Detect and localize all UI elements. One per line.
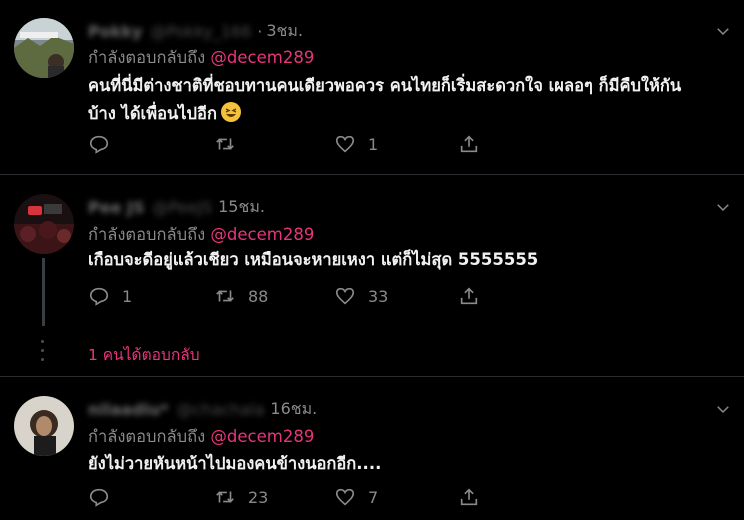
thread-dot <box>41 340 44 343</box>
share-icon <box>460 287 478 305</box>
heart-icon <box>335 135 355 153</box>
tweet-header: Pokky @Pokky_166 · 3ชม. <box>88 18 303 44</box>
replying-to: กำลังตอบกลับถึง @decem289 <box>88 222 314 248</box>
chevron-down-icon[interactable] <box>714 198 732 216</box>
author-handle[interactable]: @chachala <box>177 400 265 419</box>
like-button[interactable]: 1 <box>334 133 458 155</box>
reply-button[interactable]: 1 <box>88 285 214 307</box>
chevron-down-icon[interactable] <box>714 22 732 40</box>
like-count: 7 <box>368 487 379 507</box>
tweet-actions: 23 7 <box>88 486 480 508</box>
reply-prefix: กำลังตอบกลับถึง <box>88 225 206 244</box>
tweet-actions: 1 <box>88 133 480 155</box>
replying-to: กำลังตอบกลับถึง @decem289 <box>88 45 314 71</box>
show-replies-link[interactable]: 1 คนได้ตอบกลับ <box>88 342 200 367</box>
tweet-text-line: บ้าง ได้เพื่อนไปอีก <box>88 100 728 128</box>
heart-icon <box>335 287 355 305</box>
reply-count: 1 <box>122 286 133 306</box>
mention-link[interactable]: @decem289 <box>210 427 314 446</box>
tweet-text-line: คนที่นี่มีต่างชาติที่ชอบทานคนเดียวพอควร … <box>88 76 682 95</box>
retweet-button[interactable]: 23 <box>214 486 334 508</box>
tweet-text-line: ยังไม่วายหันหน้าไปมองคนข้างนอกอีก.... <box>88 454 382 473</box>
retweet-count: 88 <box>248 286 269 306</box>
heart-icon <box>335 488 355 506</box>
avatar[interactable] <box>14 194 74 254</box>
reply-prefix: กำลังตอบกลับถึง <box>88 48 206 67</box>
thread-line <box>42 258 45 326</box>
retweet-icon <box>216 290 234 302</box>
chevron-down-icon[interactable] <box>714 400 732 418</box>
reply-icon <box>89 135 109 154</box>
share-icon <box>460 135 478 153</box>
separator-dot: · <box>257 21 263 41</box>
reply-prefix: กำลังตอบกลับถึง <box>88 427 206 446</box>
reply-icon <box>89 488 109 507</box>
tweet-text: ยังไม่วายหันหน้าไปมองคนข้างนอกอีก.... <box>88 450 728 478</box>
share-button[interactable] <box>458 285 480 307</box>
timestamp[interactable]: 16ชม. <box>270 397 317 422</box>
reply-icon <box>89 287 109 306</box>
replying-to: กำลังตอบกลับถึง @decem289 <box>88 424 314 450</box>
author-name[interactable]: Pee JS <box>88 198 144 217</box>
grinning-squinting-face-icon <box>220 102 241 122</box>
thread-dot <box>41 358 44 361</box>
author-name[interactable]: nilaadiu* <box>88 400 169 419</box>
retweet-count: 23 <box>248 487 269 507</box>
tweet-text: คนที่นี่มีต่างชาติที่ชอบทานคนเดียวพอควร … <box>88 72 728 128</box>
retweet-icon <box>216 138 234 150</box>
retweet-icon <box>216 491 234 503</box>
like-button[interactable]: 7 <box>334 486 458 508</box>
reply-button[interactable] <box>88 133 214 155</box>
avatar[interactable] <box>14 18 74 78</box>
like-count: 33 <box>368 286 389 306</box>
retweet-button[interactable] <box>214 133 334 155</box>
divider <box>0 376 744 377</box>
tweet-header: nilaadiu* @chachala 16ชม. <box>88 396 317 422</box>
share-icon <box>460 488 478 506</box>
thread-dot <box>41 349 44 352</box>
timestamp[interactable]: 15ชม. <box>218 195 265 220</box>
mention-link[interactable]: @decem289 <box>210 48 314 67</box>
avatar[interactable] <box>14 396 74 456</box>
author-handle[interactable]: @Pokky_166 <box>150 22 251 41</box>
tweet-text-part: บ้าง ได้เพื่อนไปอีก <box>88 104 217 123</box>
share-button[interactable] <box>458 133 480 155</box>
retweet-button[interactable]: 88 <box>214 285 334 307</box>
author-handle[interactable]: @PeeJS <box>152 198 212 217</box>
share-button[interactable] <box>458 486 480 508</box>
reply-button[interactable] <box>88 486 214 508</box>
divider <box>0 174 744 175</box>
like-count: 1 <box>368 134 379 154</box>
author-name[interactable]: Pokky <box>88 22 142 41</box>
tweet-text: เกือบจะดีอยู่แล้วเชียว เหมือนจะหายเหงา แ… <box>88 246 728 274</box>
timestamp[interactable]: 3ชม. <box>266 19 303 44</box>
mention-link[interactable]: @decem289 <box>210 225 314 244</box>
tweet-text-line: เกือบจะดีอยู่แล้วเชียว เหมือนจะหายเหงา แ… <box>88 250 539 269</box>
like-button[interactable]: 33 <box>334 285 458 307</box>
tweet-actions: 1 88 33 <box>88 285 480 307</box>
tweet-header: Pee JS @PeeJS 15ชม. <box>88 194 265 220</box>
